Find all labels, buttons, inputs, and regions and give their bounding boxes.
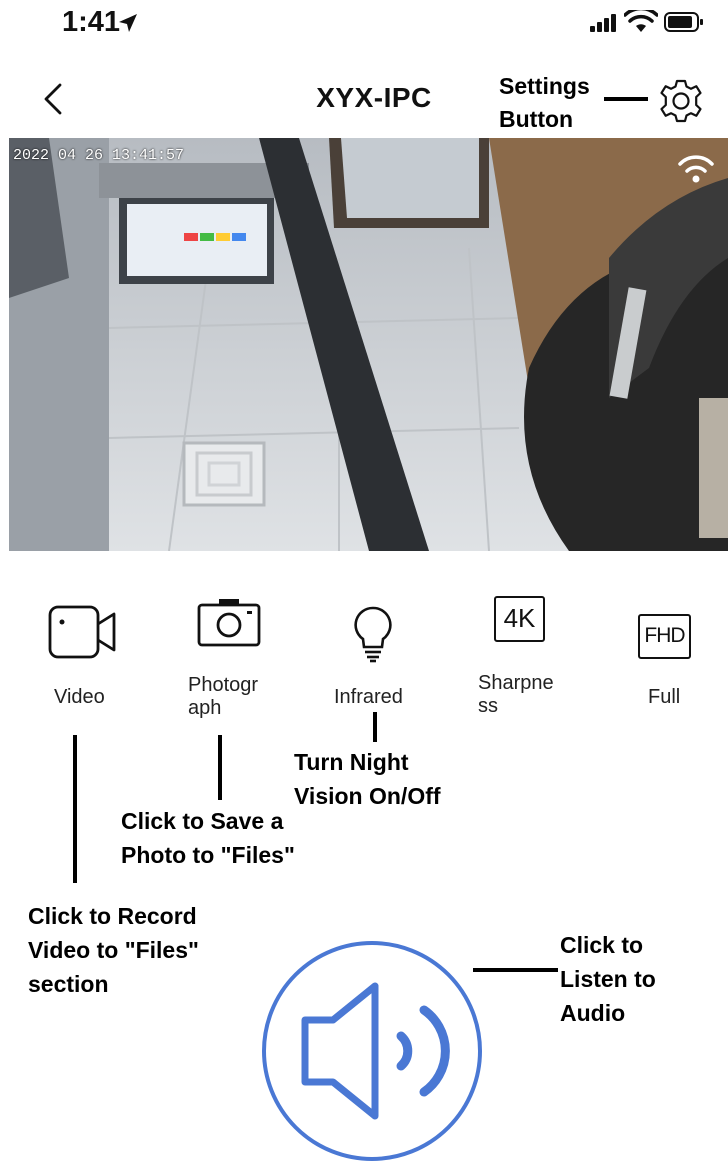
settings-gear-icon[interactable] [658, 78, 704, 124]
photo-annotation: Click to Save a Photo to "Files" [121, 808, 295, 868]
battery-icon [664, 12, 703, 32]
4k-icon: 4K [494, 596, 545, 642]
audio-annotation: Click to Listen to Audio [560, 932, 656, 1026]
location-arrow-icon [119, 14, 137, 32]
lightbulb-icon [354, 606, 392, 663]
video-label: Video [54, 686, 105, 708]
feed-wifi-icon [678, 155, 714, 183]
feed-timestamp: 2022 04 26 13:41:57 [13, 147, 185, 164]
wifi-icon [624, 10, 658, 32]
photograph-label: Photogr aph [188, 674, 259, 719]
camera-feed[interactable] [9, 138, 728, 551]
photo-pointer-line [218, 735, 222, 800]
full-label: Full [648, 686, 681, 708]
video-camera-icon [48, 605, 116, 659]
audio-pointer-line [473, 968, 558, 972]
night-vision-annotation: Turn Night Vision On/Off [294, 749, 441, 809]
fhd-icon: FHD [638, 614, 691, 659]
infrared-label: Infrared [334, 686, 403, 708]
video-annotation: Click to Record Video to "Files" section [28, 903, 199, 997]
settings-pointer-line [604, 97, 648, 101]
status-time: 1:41 [62, 6, 121, 38]
video-pointer-line [73, 735, 77, 883]
night-vision-pointer-line [373, 712, 377, 742]
camera-icon [197, 599, 261, 647]
cellular-signal-icon [590, 14, 616, 32]
settings-annotation: Settings Button [499, 73, 590, 132]
speaker-volume-icon[interactable] [261, 940, 483, 1162]
sharpness-label: Sharpne ss [478, 672, 554, 717]
